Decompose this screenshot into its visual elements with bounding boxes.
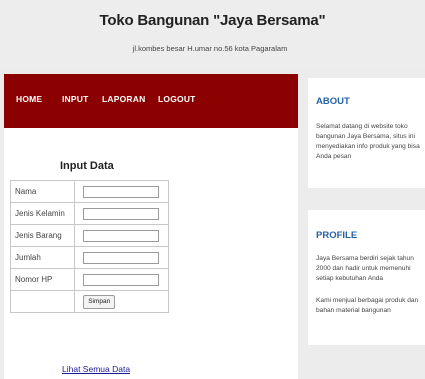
site-header: Toko Bangunan "Jaya Bersama" jl.kombes b… xyxy=(0,0,425,68)
jenis-barang-input[interactable] xyxy=(83,229,160,242)
field-label: Jumlah xyxy=(9,246,76,269)
view-all-data-link[interactable]: Lihat Semua Data xyxy=(62,364,130,374)
navbar: HOME INPUT LAPORAN LOGOUT xyxy=(4,74,298,128)
form-row-nomor-hp: Nomor HP xyxy=(9,268,169,291)
nama-input[interactable] xyxy=(83,185,160,198)
field-label: Nama xyxy=(9,180,76,203)
nav-logout[interactable]: LOGOUT xyxy=(158,94,196,104)
field-label: Jenis Kelamin xyxy=(9,202,76,225)
profile-text-2: Kami menjual berbagai produk dan bahan m… xyxy=(316,297,419,314)
input-form-table: Nama Jenis Kelamin Jenis Barang Jumlah N… xyxy=(9,180,169,313)
field-label: Nomor HP xyxy=(9,268,76,291)
profile-box: PROFILE Jaya Bersama berdiri sejak tahun… xyxy=(308,210,425,345)
about-text: Selamat datang di website toko bangunan … xyxy=(316,123,420,160)
form-row-jumlah: Jumlah xyxy=(9,246,169,269)
form-row-nama: Nama xyxy=(9,180,169,203)
form-row-jenis-barang: Jenis Barang xyxy=(9,224,169,247)
about-box: ABOUT Selamat datang di website toko ban… xyxy=(308,78,425,188)
about-heading: ABOUT xyxy=(316,96,350,107)
jumlah-input[interactable] xyxy=(83,251,160,264)
field-label: Jenis Barang xyxy=(9,224,76,247)
profile-text-1: Jaya Bersama berdiri sejak tahun 2000 da… xyxy=(316,255,414,282)
nav-laporan[interactable]: LAPORAN xyxy=(102,94,145,104)
site-address: jl.kombes besar H.umar no.56 kota Pagara… xyxy=(132,44,288,53)
simpan-button[interactable]: Simpan xyxy=(83,294,116,309)
site-title: Toko Bangunan "Jaya Bersama" xyxy=(99,12,326,29)
nav-input[interactable]: INPUT xyxy=(62,94,89,104)
form-row-jenis-kelamin: Jenis Kelamin xyxy=(9,202,169,225)
jenis-kelamin-input[interactable] xyxy=(83,207,160,220)
main-content: HOME INPUT LAPORAN LOGOUT Input Data Nam… xyxy=(4,74,298,379)
form-row-submit: Simpan xyxy=(9,290,169,313)
nav-home[interactable]: HOME xyxy=(16,94,42,104)
profile-heading: PROFILE xyxy=(316,230,358,241)
form-title: Input Data xyxy=(60,160,114,172)
nomor-hp-input[interactable] xyxy=(83,273,160,286)
